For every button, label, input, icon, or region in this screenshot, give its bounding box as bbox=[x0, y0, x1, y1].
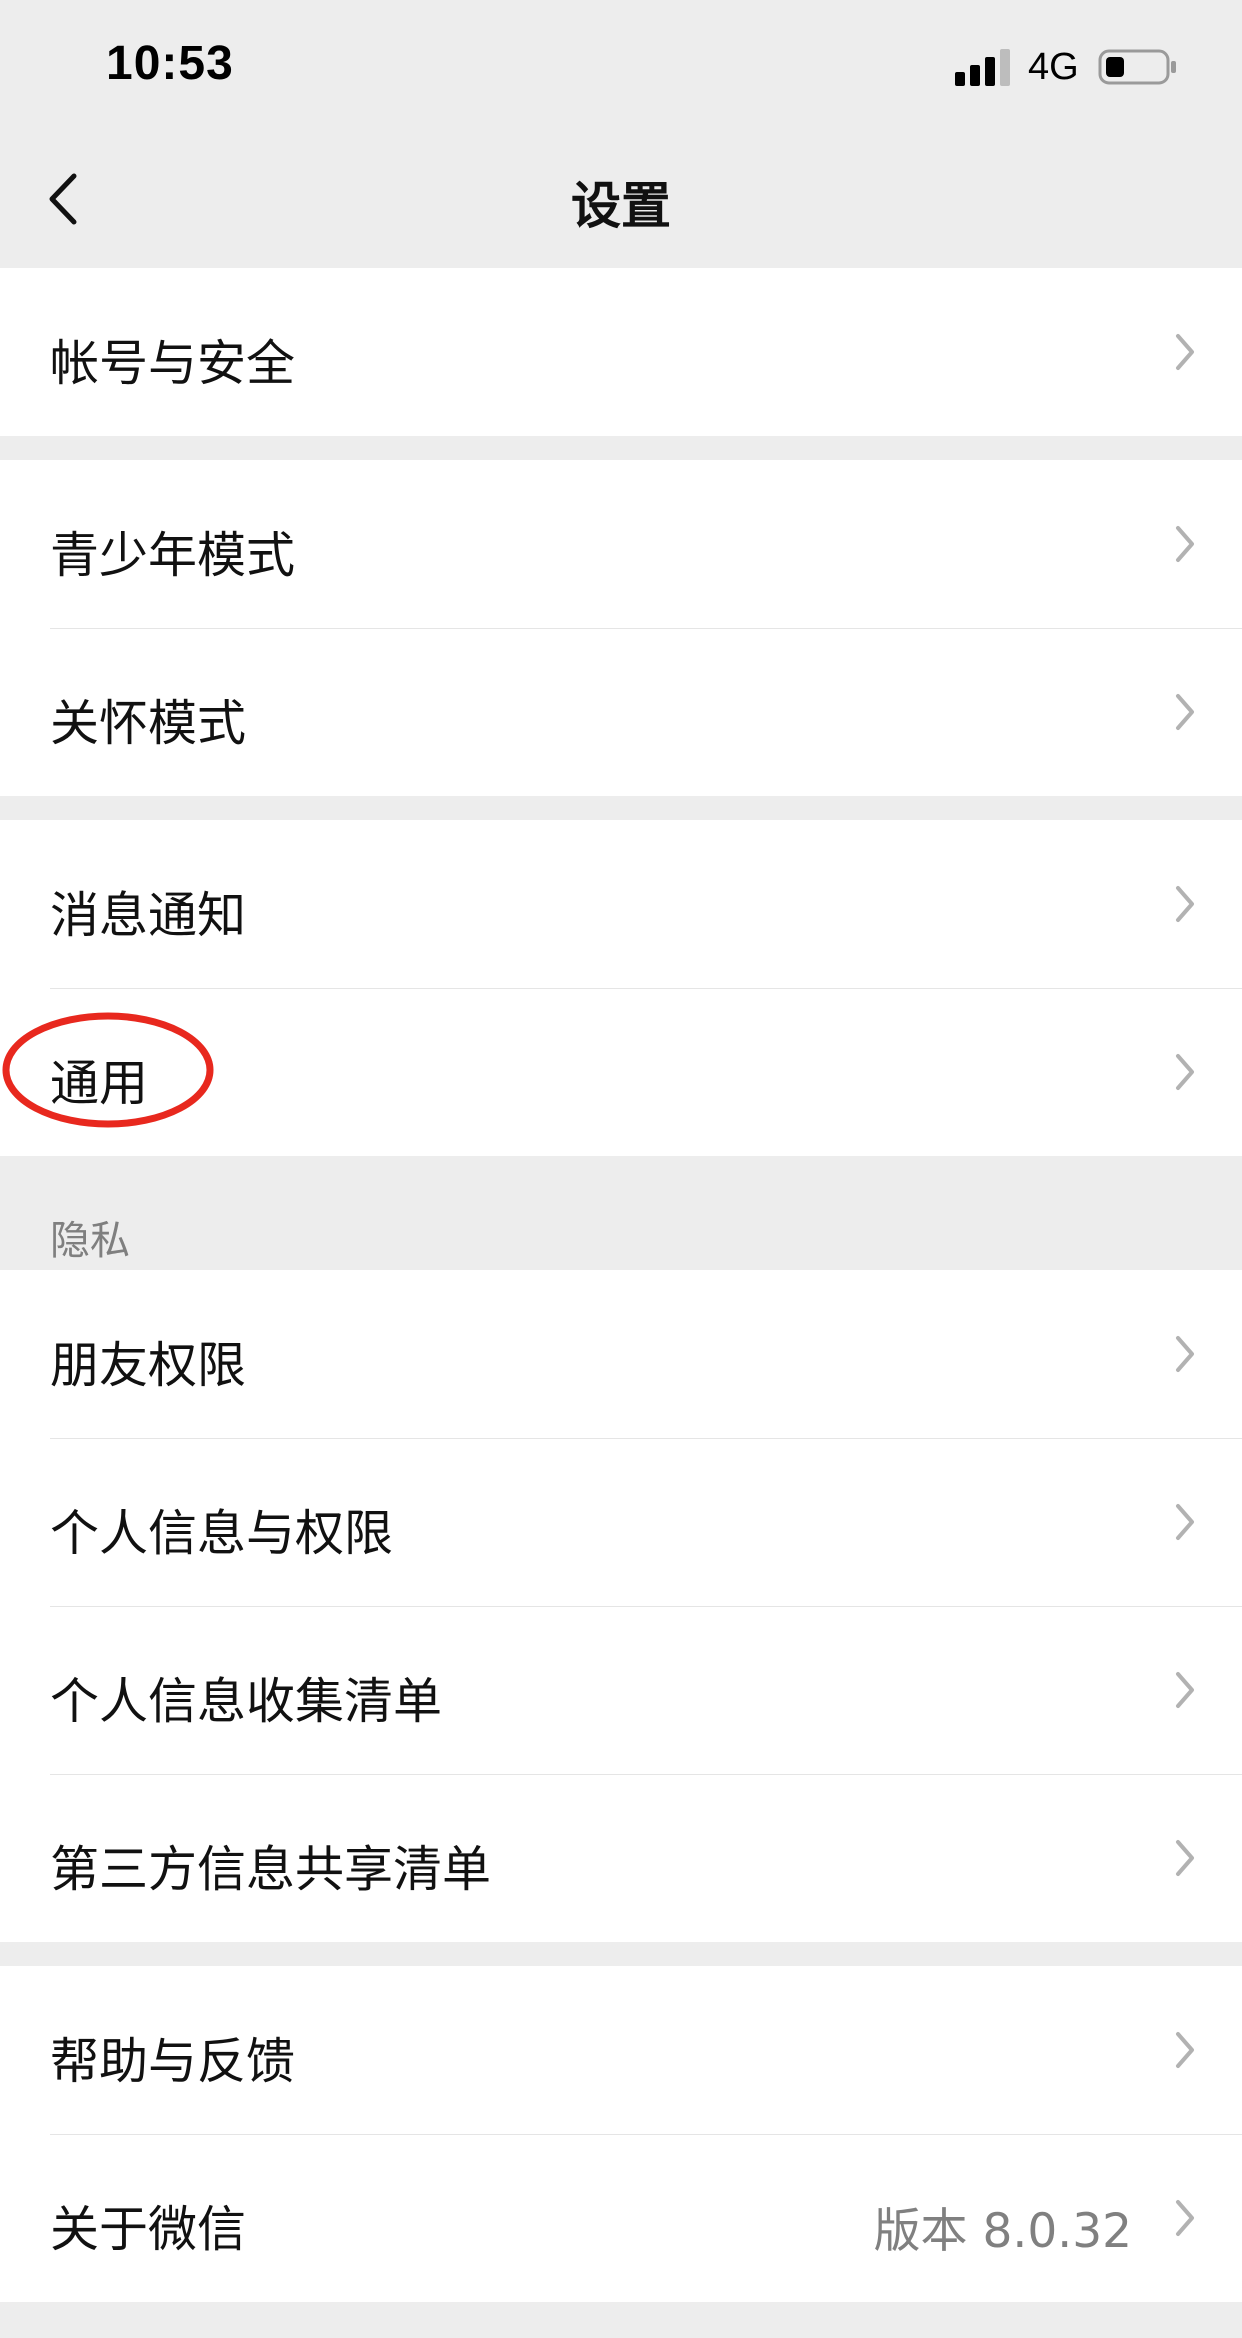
settings-item-about-wechat[interactable]: 关于微信 版本 8.0.32 bbox=[0, 2134, 1242, 2302]
version-value: 版本 8.0.32 bbox=[873, 2204, 1132, 2259]
settings-item-third-party-sharing[interactable]: 第三方信息共享清单 bbox=[0, 1774, 1242, 1942]
settings-item-label: 通用 bbox=[50, 1055, 149, 1112]
chevron-right-icon bbox=[1176, 1504, 1194, 1540]
settings-group-modes: 青少年模式 关怀模式 bbox=[0, 460, 1242, 796]
settings-item-label: 个人信息与权限 bbox=[50, 1505, 394, 1562]
settings-group-privacy: 朋友权限 个人信息与权限 个人信息收集清单 第三方信息共享清单 bbox=[0, 1270, 1242, 1942]
settings-item-personal-info-collection[interactable]: 个人信息收集清单 bbox=[0, 1606, 1242, 1774]
chevron-right-icon bbox=[1176, 334, 1194, 370]
settings-item-label: 青少年模式 bbox=[50, 527, 296, 584]
settings-group-account: 帐号与安全 bbox=[0, 268, 1242, 436]
network-type: 4G bbox=[1028, 46, 1079, 88]
section-header-label: 隐私 bbox=[50, 1218, 130, 1264]
settings-list: 帐号与安全 青少年模式 关怀模式 消息通知 通用 隐私 朋友权限 个人信息与权限… bbox=[0, 268, 1242, 2302]
chevron-right-icon bbox=[1176, 2200, 1194, 2236]
chevron-right-icon bbox=[1176, 2032, 1194, 2068]
settings-group-help: 帮助与反馈 关于微信 版本 8.0.32 bbox=[0, 1966, 1242, 2302]
settings-item-label: 关怀模式 bbox=[50, 695, 247, 752]
chevron-right-icon bbox=[1176, 886, 1194, 922]
status-time: 10:53 bbox=[106, 37, 234, 90]
settings-item-label: 个人信息收集清单 bbox=[50, 1673, 443, 1730]
battery-icon bbox=[1098, 49, 1176, 85]
chevron-right-icon bbox=[1176, 1840, 1194, 1876]
settings-group-general: 消息通知 通用 bbox=[0, 820, 1242, 1156]
settings-item-teen-mode[interactable]: 青少年模式 bbox=[0, 460, 1242, 628]
chevron-right-icon bbox=[1176, 1672, 1194, 1708]
chevron-right-icon bbox=[1176, 1054, 1194, 1090]
status-bar: 10:53 4G bbox=[0, 0, 1242, 132]
chevron-right-icon bbox=[1176, 526, 1194, 562]
settings-item-help-feedback[interactable]: 帮助与反馈 bbox=[0, 1966, 1242, 2134]
settings-item-care-mode[interactable]: 关怀模式 bbox=[0, 628, 1242, 796]
settings-item-label: 帮助与反馈 bbox=[50, 2033, 296, 2090]
signal-bars-icon bbox=[955, 49, 1010, 86]
chevron-right-icon bbox=[1176, 1336, 1194, 1372]
settings-item-label: 帐号与安全 bbox=[50, 335, 296, 392]
nav-bar: 设置 bbox=[0, 132, 1242, 268]
settings-item-label: 朋友权限 bbox=[50, 1337, 247, 1394]
settings-item-label: 关于微信 bbox=[50, 2201, 247, 2258]
settings-item-general[interactable]: 通用 bbox=[0, 988, 1242, 1156]
settings-item-personal-info-permissions[interactable]: 个人信息与权限 bbox=[0, 1438, 1242, 1606]
chevron-right-icon bbox=[1176, 694, 1194, 730]
section-header-privacy: 隐私 bbox=[0, 1156, 1242, 1270]
settings-item-label: 第三方信息共享清单 bbox=[50, 1841, 492, 1898]
settings-item-label: 消息通知 bbox=[50, 887, 247, 944]
settings-item-notifications[interactable]: 消息通知 bbox=[0, 820, 1242, 988]
page-title: 设置 bbox=[571, 177, 671, 235]
settings-item-friend-permissions[interactable]: 朋友权限 bbox=[0, 1270, 1242, 1438]
settings-item-account-security[interactable]: 帐号与安全 bbox=[0, 268, 1242, 436]
